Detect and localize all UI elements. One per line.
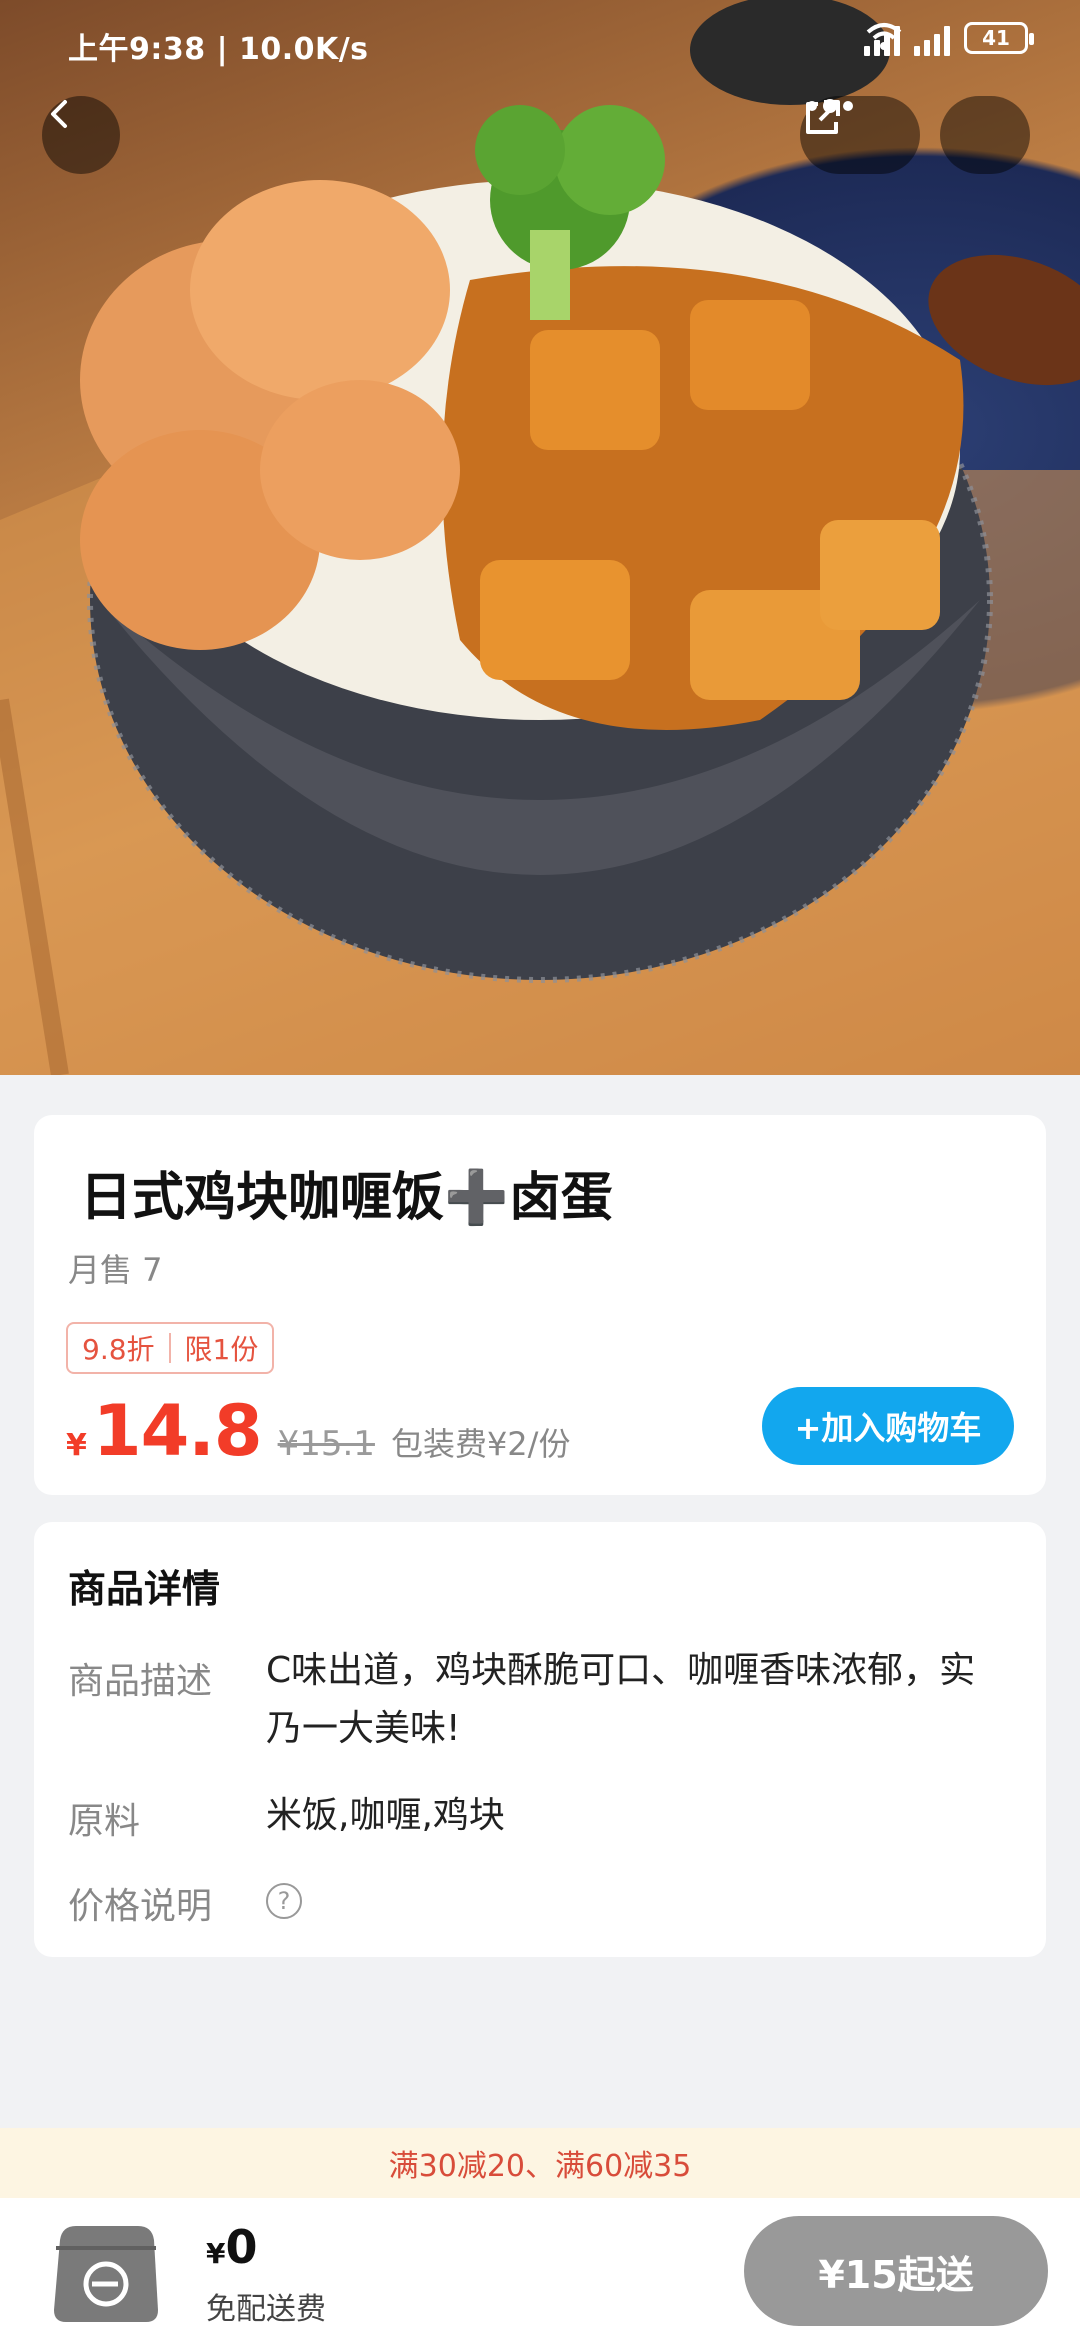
status-bar: 上午9:38 | 10.0K/s 41 bbox=[0, 0, 1080, 90]
wifi-icon bbox=[866, 23, 902, 50]
packing-fee: 包装费¥2/份 bbox=[390, 1425, 571, 1463]
cart-currency: ¥ bbox=[206, 2237, 226, 2270]
limit-tag: 限1份 bbox=[184, 1333, 259, 1366]
status-time: 上午9:38 | 10.0K/s bbox=[68, 32, 369, 67]
product-info-card: 日式鸡块咖喱饭➕卤蛋 月售 7 9.8折 限1份 ¥ 14.8 ¥15.1 包装… bbox=[34, 1115, 1046, 1495]
share-icon bbox=[806, 100, 840, 134]
cart-total: ¥0 bbox=[206, 2220, 258, 2274]
share-button[interactable] bbox=[806, 96, 1030, 174]
ingredients-label: 原料 bbox=[68, 1801, 141, 1842]
product-title: 日式鸡块咖喱饭➕卤蛋 bbox=[80, 1168, 613, 1228]
promo-bar: 满30减20、满60减35 bbox=[0, 2128, 1080, 2198]
price-note-label: 价格说明 bbox=[68, 1886, 213, 1927]
back-button[interactable] bbox=[42, 96, 120, 174]
top-actions bbox=[800, 96, 1040, 174]
signal-icon-2 bbox=[914, 20, 950, 56]
description-value: C味出道，鸡块酥脆可口、咖喱香味浓郁，实乃一大美味! bbox=[266, 1650, 976, 1749]
chevron-left-icon bbox=[51, 100, 67, 128]
bottom-cart-bar: ¥0 免配送费 ¥15起送 bbox=[0, 2198, 1080, 2340]
description-label: 商品描述 bbox=[68, 1661, 213, 1702]
add-to-cart-button[interactable]: +加入购物车 bbox=[762, 1387, 1014, 1465]
min-order-button[interactable]: ¥15起送 bbox=[744, 2216, 1048, 2326]
shopping-box-icon bbox=[54, 2226, 158, 2322]
discount-tag: 9.8折 bbox=[82, 1333, 155, 1366]
cart-box-icon[interactable] bbox=[46, 2218, 166, 2332]
battery-icon: 41 bbox=[964, 22, 1034, 54]
price-currency: ¥ bbox=[66, 1428, 87, 1463]
promo-tags: 9.8折 限1份 bbox=[66, 1322, 275, 1374]
question-circle-icon[interactable]: ? bbox=[266, 1883, 302, 1919]
details-heading: 商品详情 bbox=[68, 1567, 221, 1611]
ingredients-value: 米饭,咖喱,鸡块 bbox=[266, 1795, 505, 1836]
price-row: ¥ 14.8 ¥15.1 包装费¥2/份 bbox=[66, 1390, 570, 1472]
cart-total-value: 0 bbox=[225, 2220, 258, 2274]
current-price: 14.8 bbox=[92, 1390, 263, 1472]
product-details-card: 商品详情 商品描述 C味出道，鸡块酥脆可口、咖喱香味浓郁，实乃一大美味! 原料 … bbox=[34, 1522, 1046, 1957]
original-price: ¥15.1 bbox=[277, 1424, 375, 1464]
monthly-sales: 月售 7 bbox=[68, 1251, 163, 1289]
product-hero-image: 上午9:38 | 10.0K/s 41 bbox=[0, 0, 1080, 1075]
delivery-fee-note: 免配送费 bbox=[206, 2292, 326, 2327]
